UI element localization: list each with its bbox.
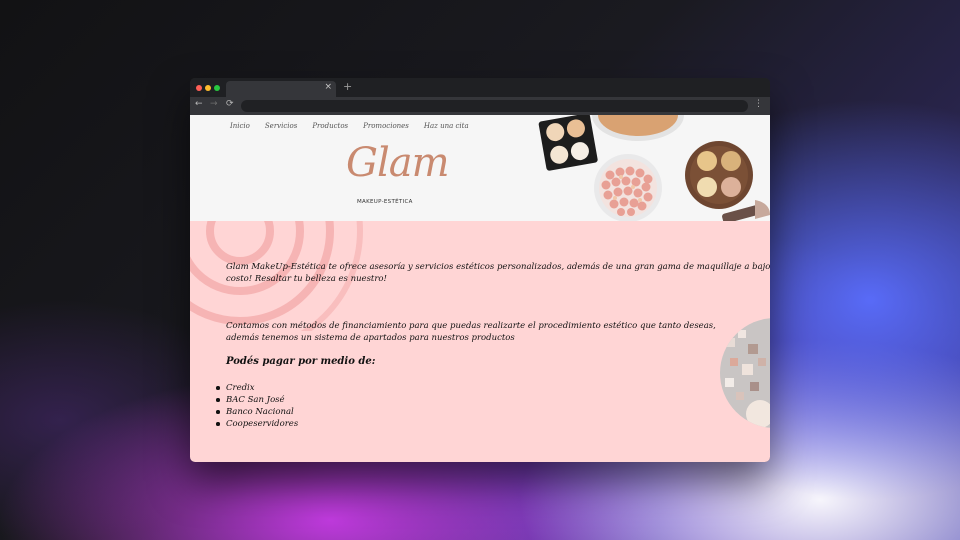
browser-toolbar: ← → ⟳ ⋮ (190, 97, 770, 115)
nav-link-promociones[interactable]: Promociones (363, 122, 409, 130)
blush-pearls-image (594, 154, 662, 221)
browser-window: × + ← → ⟳ ⋮ Inicio Servicios Productos P… (190, 78, 770, 462)
payment-method-item: Banco Nacional (215, 406, 298, 418)
nav-link-cita[interactable]: Haz una cita (424, 122, 469, 130)
bronzer-compact-image (592, 115, 684, 141)
header-banner: Inicio Servicios Productos Promociones H… (190, 115, 770, 221)
cosmetics-image (538, 115, 770, 221)
payment-method-item: BAC San José (215, 394, 298, 406)
financing-paragraph: Contamos con métodos de financiamiento p… (226, 321, 716, 343)
site-tagline: MAKEUP-ESTÉTICA (357, 199, 413, 205)
site-navigation: Inicio Servicios Productos Promociones H… (230, 122, 469, 130)
cosmetics-side-image (720, 318, 770, 428)
nav-link-productos[interactable]: Productos (312, 122, 348, 130)
highlighter-compact-image (685, 141, 753, 209)
tab-bar: × + (190, 78, 770, 97)
back-arrow-icon[interactable]: ← (195, 99, 203, 109)
nav-link-servicios[interactable]: Servicios (265, 122, 297, 130)
forward-arrow-icon[interactable]: → (210, 99, 218, 109)
tab-close-icon[interactable]: × (324, 82, 332, 92)
new-tab-button[interactable]: + (343, 80, 352, 93)
payment-methods-list: Credix BAC San José Banco Nacional Coope… (215, 382, 299, 430)
minimize-window-button[interactable] (205, 85, 211, 91)
browser-menu-icon[interactable]: ⋮ (754, 99, 763, 109)
web-page: Inicio Servicios Productos Promociones H… (190, 115, 770, 462)
address-bar[interactable] (241, 100, 748, 112)
maximize-window-button[interactable] (214, 85, 220, 91)
nav-link-inicio[interactable]: Inicio (230, 122, 250, 130)
close-window-button[interactable] (196, 85, 202, 91)
intro-paragraph: Glam MakeUp-Estética te ofrece asesoría … (226, 262, 770, 284)
eyeshadow-palette-image (538, 115, 598, 171)
payment-methods-heading: Podés pagar por medio de: (226, 356, 376, 367)
payment-method-item: Coopeservidores (215, 419, 299, 429)
reload-icon[interactable]: ⟳ (226, 99, 234, 109)
browser-tab[interactable]: × (226, 81, 336, 97)
site-logo: Glam (346, 140, 450, 186)
payment-method-item: Credix (215, 382, 298, 394)
